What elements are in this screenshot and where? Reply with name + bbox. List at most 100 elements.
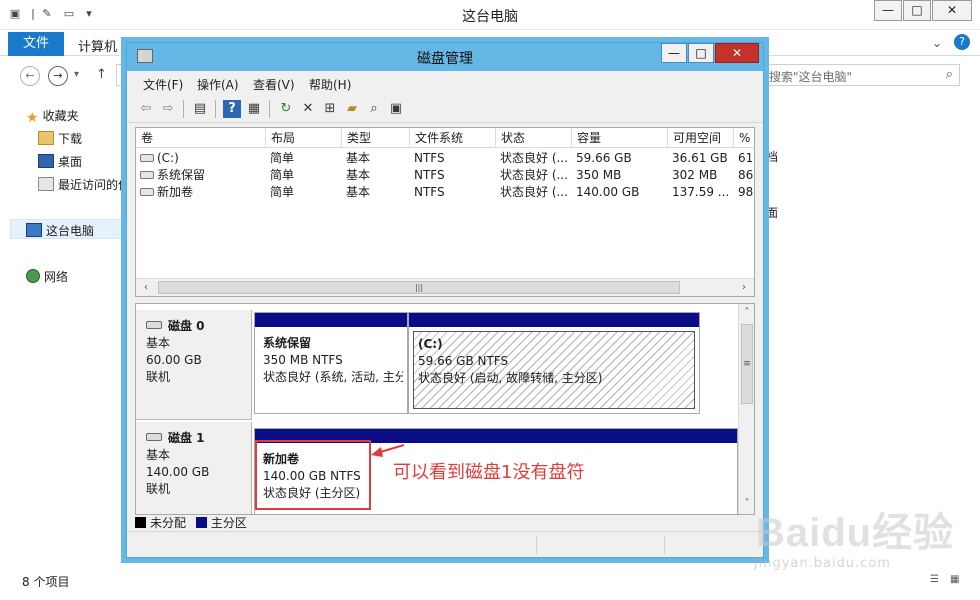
disk-0-info[interactable]: 磁盘 0 基本 60.00 GB 联机 [136, 310, 252, 420]
forward-icon[interactable]: ⇨ [159, 100, 177, 118]
menu-action[interactable]: 操作(A) [197, 76, 239, 93]
percent-free-cell: 86 [738, 168, 754, 182]
sidebar-label: 最近访问的位置 [58, 178, 128, 192]
search-icon[interactable]: ⌕ [946, 67, 953, 82]
disk-size: 60.00 GB [146, 353, 202, 367]
search-input[interactable]: 搜索"这台电脑" ⌕ [764, 64, 960, 86]
sidebar-item-recent[interactable]: 最近访问的位置 [38, 176, 128, 196]
sidebar-item-network[interactable]: 网络 [26, 268, 68, 288]
dm-titlebar: 磁盘管理 — □ ✕ [127, 43, 763, 71]
volume-list-header: 卷 布局 类型 文件系统 状态 容量 可用空间 % 可用 [136, 128, 754, 148]
column-header-layout[interactable]: 布局 [266, 128, 342, 148]
tab-file[interactable]: 文件 [8, 32, 64, 56]
column-header-status[interactable]: 状态 [496, 128, 572, 148]
type-cell: 基本 [346, 168, 371, 182]
star-icon: ★ [26, 110, 39, 126]
partition-c-drive[interactable]: (C:) 59.66 GB NTFS 状态良好 (启动, 故障转储, 主分区) [408, 312, 700, 414]
disk-name-row: 磁盘 1 [146, 430, 251, 447]
scroll-thumb[interactable]: ||| [158, 281, 680, 294]
partition-system-reserved[interactable]: 系统保留 350 MB NTFS 状态良好 (系统, 活动, 主分区) [254, 312, 408, 414]
disk-type: 基本 [146, 448, 171, 462]
vertical-scrollbar[interactable]: ˄ ≡ ˅ [738, 304, 754, 514]
layout-cell: 简单 [270, 151, 295, 165]
up-arrow-icon[interactable]: ↑ [96, 67, 107, 82]
explore-icon[interactable]: ⌕ [365, 100, 383, 118]
legend: 未分配 主分区 [135, 515, 755, 531]
chevron-down-icon[interactable]: ⌄ [932, 36, 942, 50]
volume-name-cell: 系统保留 [136, 167, 266, 184]
volume-name: (C:) [157, 151, 179, 165]
show-hide-tree-icon[interactable]: ▤ [191, 100, 209, 118]
dm-toolbar: ⇦ ⇨ ▤ ? ▦ ↻ ✕ ⊞ ▰ ⌕ ▣ [127, 95, 763, 123]
navigation-pane: ★收藏夹 下载 桌面 最近访问的位置 [0, 95, 128, 565]
sidebar-item-favorites[interactable]: ★ 收藏夹 [26, 107, 79, 127]
refresh-icon[interactable]: ↻ [277, 100, 295, 118]
column-header-percent-free[interactable]: % 可用 [734, 128, 754, 148]
column-header-free-space[interactable]: 可用空间 [668, 128, 734, 148]
status-cell: 状态良好 (... [500, 168, 568, 182]
dm-maximize-button[interactable]: □ [688, 43, 714, 63]
disk-name-row: 磁盘 0 [146, 318, 251, 335]
rescan-icon[interactable]: ⊞ [321, 100, 339, 118]
annotation-highlight-box [255, 440, 371, 510]
table-row[interactable]: 新加卷 简单 基本 NTFS 状态良好 (... 140.00 GB 137.5… [136, 184, 754, 201]
filesystem-cell: NTFS [414, 151, 445, 165]
sidebar-item-downloads[interactable]: 下载 [38, 130, 82, 150]
dm-close-button[interactable]: ✕ [715, 43, 759, 63]
capacity-cell: 140.00 GB [576, 185, 640, 199]
table-row[interactable]: 系统保留 简单 基本 NTFS 状态良好 (... 350 MB 302 MB … [136, 167, 754, 184]
column-header-volume[interactable]: 卷 [136, 128, 266, 148]
back-arrow-icon[interactable]: ← [20, 66, 40, 86]
column-header-type[interactable]: 类型 [342, 128, 410, 148]
search-placeholder: 搜索"这台电脑" [769, 70, 853, 84]
menu-view[interactable]: 查看(V) [253, 76, 295, 93]
partition-body-selected: (C:) 59.66 GB NTFS 状态良好 (启动, 故障转储, 主分区) [413, 331, 695, 409]
partition-bar [255, 313, 407, 327]
menu-file[interactable]: 文件(F) [143, 76, 183, 93]
disk-state: 联机 [146, 482, 171, 496]
open-icon[interactable]: ▰ [343, 100, 361, 118]
horizontal-scrollbar[interactable]: ‹ ||| › [136, 278, 754, 296]
status-cell: 状态良好 (... [500, 185, 568, 199]
toolbar-separator [269, 100, 270, 118]
dm-minimize-button[interactable]: — [661, 43, 687, 63]
network-icon [26, 269, 40, 283]
column-header-filesystem[interactable]: 文件系统 [410, 128, 496, 148]
help-icon[interactable]: ? [954, 34, 970, 50]
percent-free-cell: 98 [738, 185, 754, 199]
scroll-thumb[interactable]: ≡ [741, 324, 753, 404]
address-bar[interactable] [116, 64, 126, 86]
partition-body: 系统保留 350 MB NTFS 状态良好 (系统, 活动, 主分区) [259, 331, 403, 409]
close-button[interactable]: ✕ [932, 0, 972, 21]
back-icon[interactable]: ⇦ [137, 100, 155, 118]
recent-locations-icon[interactable]: ▾ [74, 69, 79, 80]
explorer-titlebar: ▣ | ✎ ▭ ▾ 这台电脑 — □ ✕ [0, 0, 980, 30]
table-row[interactable]: (C:) 简单 基本 NTFS 状态良好 (... 59.66 GB 36.61… [136, 150, 754, 167]
sidebar-item-this-pc[interactable]: 这台电脑 [26, 222, 94, 242]
tab-computer[interactable]: 计算机 [78, 36, 117, 55]
dm-menubar: 文件(F) 操作(A) 查看(V) 帮助(H) [127, 71, 763, 95]
forward-arrow-icon[interactable]: → [48, 66, 68, 86]
column-header-capacity[interactable]: 容量 [572, 128, 668, 148]
maximize-button[interactable]: □ [903, 0, 931, 21]
capacity-cell: 59.66 GB [576, 151, 632, 165]
properties-icon[interactable]: ▦ [245, 100, 263, 118]
partition-label: 系统保留 [263, 336, 312, 350]
toolbar-separator [183, 100, 184, 118]
minimize-button[interactable]: — [874, 0, 902, 21]
volume-name: 新加卷 [157, 185, 194, 199]
delete-icon[interactable]: ✕ [299, 100, 317, 118]
scroll-left-icon[interactable]: ‹ [138, 280, 154, 296]
status-section [127, 536, 537, 554]
free-space-cell: 137.59 ... [672, 185, 730, 199]
settings-icon[interactable]: ▣ [387, 100, 405, 118]
menu-help[interactable]: 帮助(H) [309, 76, 351, 93]
computer-icon [26, 223, 42, 237]
sidebar-item-desktop[interactable]: 桌面 [38, 153, 82, 173]
disk-1-info[interactable]: 磁盘 1 基本 140.00 GB 联机 [136, 422, 252, 514]
help-icon[interactable]: ? [223, 100, 241, 118]
layout-cell: 简单 [270, 168, 295, 182]
filesystem-cell: NTFS [414, 168, 445, 182]
scroll-right-icon[interactable]: › [736, 280, 752, 296]
scroll-up-icon[interactable]: ˄ [739, 305, 754, 321]
